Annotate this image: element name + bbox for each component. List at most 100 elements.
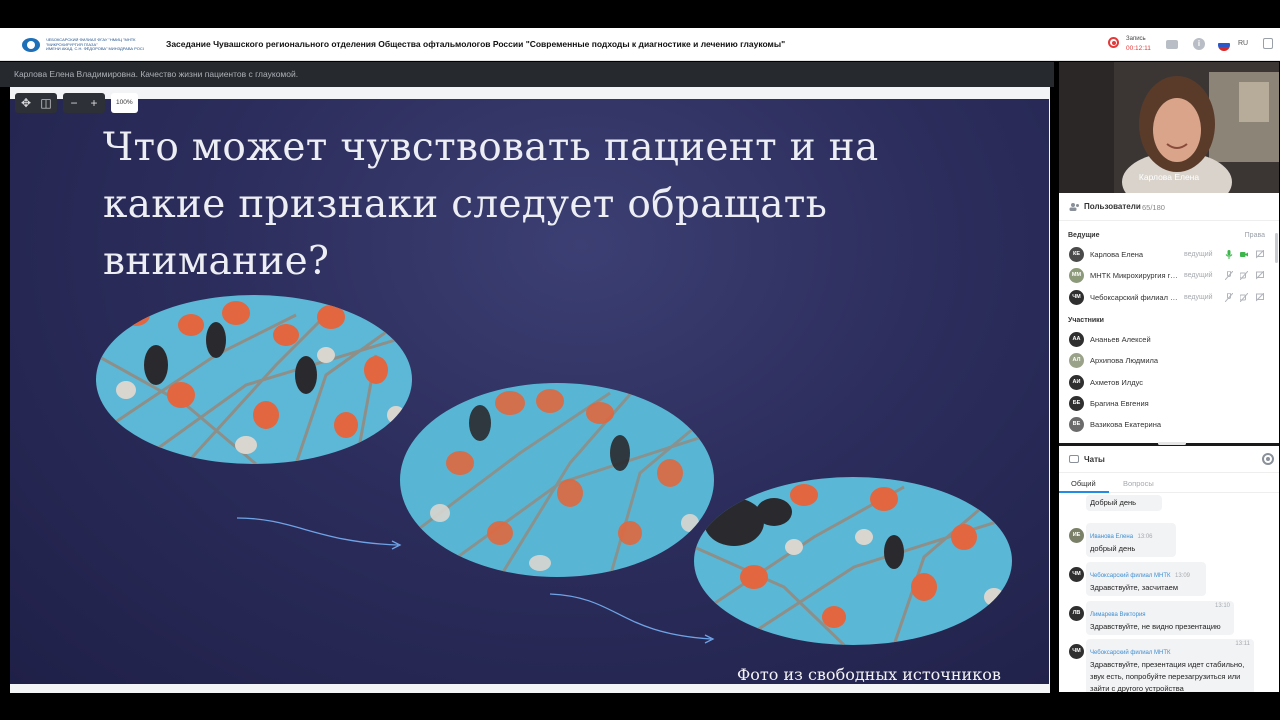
user-name: Карлова Елена [1090, 250, 1144, 259]
chat-header: Чаты [1059, 446, 1279, 473]
camera-off-icon[interactable] [1240, 271, 1248, 280]
rights-label: Права [1244, 232, 1265, 239]
host-row[interactable]: ММ МНТК Микрохирургия глаза ведущий [1059, 265, 1279, 285]
record-label: Запись [1126, 36, 1146, 42]
presentation-slide: Что может чувствовать пациент и на какие… [10, 99, 1049, 684]
screen-share-icon[interactable] [1256, 271, 1264, 280]
participant-row[interactable]: ВЕ Вазикова Екатерина [1059, 414, 1279, 434]
avatar: ЧМ [1069, 567, 1084, 582]
avatar: АА [1069, 332, 1084, 347]
speaker-name: Карлова Елена [1138, 172, 1200, 182]
language-selector[interactable]: RU [1238, 40, 1248, 47]
mic-off-icon[interactable] [1225, 271, 1233, 280]
user-name: МНТК Микрохирургия глаза [1090, 271, 1178, 280]
message-bubble: Чебоксарский филиал МНТК 13:11 Здравству… [1086, 639, 1254, 692]
avatar: ЧМ [1069, 290, 1084, 305]
message-bubble: Чебоксарский филиал МНТК 13:09 Здравству… [1086, 562, 1206, 596]
birds-photo-dark-spot [694, 477, 1012, 645]
fit-width-icon[interactable]: ◫ [39, 96, 53, 110]
mntk-logo[interactable]: ЧЕБОКСАРСКИЙ ФИЛИАЛ ФГАУ "НМИЦ "МНТК "МИ… [22, 36, 150, 54]
mic-on-icon[interactable] [1225, 250, 1233, 259]
record-time: 00:12:11 [1126, 45, 1151, 52]
avatar: ИЕ [1069, 528, 1084, 543]
logo-text: ЧЕБОКСАРСКИЙ ФИЛИАЛ ФГАУ "НМИЦ "МНТК "МИ… [46, 38, 144, 51]
user-name: Чебоксарский филиал МНТК [1090, 293, 1178, 302]
message-time: 13:09 [1175, 573, 1191, 579]
participant-row[interactable]: БЕ Брагина Евгения [1059, 393, 1279, 413]
participants-label: Участники [1068, 317, 1104, 324]
top-header: ЧЕБОКСАРСКИЙ ФИЛИАЛ ФГАУ "НМИЦ "МНТК "МИ… [0, 28, 1280, 61]
zoom-level[interactable]: 100% [111, 93, 138, 113]
participant-row[interactable]: АЛ Архипова Людмила [1059, 350, 1279, 370]
screen-share-icon[interactable] [1256, 250, 1264, 259]
avatar: АЛ [1069, 353, 1084, 368]
user-name: Брагина Евгения [1090, 399, 1149, 408]
exit-icon[interactable] [1263, 38, 1273, 49]
screen-share-icon[interactable] [1256, 293, 1264, 302]
move-icon[interactable]: ✥ [19, 96, 33, 110]
message-text: Здравствуйте, засчитаем [1090, 583, 1179, 592]
participant-row[interactable]: АА Ананьев Алексей [1059, 329, 1279, 349]
users-panel: Пользователи 65/180 Ведущие Права КЕ Кар… [1059, 193, 1279, 443]
conference-app: ЧЕБОКСАРСКИЙ ФИЛИАЛ ФГАУ "НМИЦ "МНТК "МИ… [0, 0, 1280, 720]
presentation-name: Карлова Елена Владимировна. Качество жиз… [14, 69, 299, 79]
user-role: ведущий [1184, 294, 1213, 301]
message-text: Здравствуйте, презентация идет стабильно… [1090, 660, 1245, 692]
zoom-in-button[interactable]: + [87, 96, 101, 110]
avatar: АИ [1069, 375, 1084, 390]
zoom-out-button[interactable]: − [67, 96, 81, 110]
eye-logo-icon [22, 38, 40, 52]
slide-title: Что может чувствовать пациент и на какие… [103, 125, 879, 284]
active-tab-indicator [1059, 491, 1109, 493]
presentation-bar: Карлова Елена Владимировна. Качество жиз… [0, 62, 1054, 87]
chat-icon [1069, 455, 1079, 463]
zoom-controls: − + [63, 93, 105, 113]
message-bubble: Лимарева Виктория 13:10 Здравствуйте, не… [1086, 601, 1234, 635]
camera-off-icon[interactable] [1240, 293, 1248, 302]
info-icon[interactable]: i [1193, 38, 1205, 50]
user-name: Ананьев Алексей [1090, 335, 1151, 344]
host-row[interactable]: КЕ Карлова Елена ведущий [1059, 244, 1279, 264]
chat-title: Чаты [1084, 455, 1105, 464]
user-role: ведущий [1184, 272, 1213, 279]
event-title: Заседание Чувашского регионального отдел… [166, 39, 786, 49]
users-header: Пользователи 65/180 [1059, 193, 1279, 221]
participant-row[interactable]: АИ Ахметов Илдус [1059, 372, 1279, 392]
message-author: Чебоксарский филиал МНТК [1090, 650, 1171, 656]
message-bubble: Добрый день [1086, 495, 1162, 511]
avatar: БЕ [1069, 396, 1084, 411]
avatar: ММ [1069, 268, 1084, 283]
users-count: 65/180 [1142, 203, 1165, 212]
gear-icon[interactable] [1262, 453, 1274, 465]
chat-panel: Чаты Общий Вопросы Добрый день ИЕ Иванов… [1059, 446, 1279, 692]
users-icon [1069, 203, 1079, 211]
avatar: ВЕ [1069, 417, 1084, 432]
avatar: ЛВ [1069, 606, 1084, 621]
message-text: Здравствуйте, не видно презентацию [1090, 622, 1221, 631]
arrow-2 [549, 593, 715, 644]
tab-general[interactable]: Общий [1071, 479, 1096, 488]
birds-photo-blurred [400, 383, 714, 577]
message-text: добрый день [1090, 544, 1136, 553]
folder-icon[interactable] [1166, 40, 1178, 49]
resize-handle[interactable] [1158, 442, 1186, 445]
hosts-label: Ведущие [1068, 232, 1100, 239]
message-time: 13:06 [1137, 534, 1153, 540]
message-bubble: Иванова Елена 13:06 добрый день [1086, 523, 1176, 557]
slide-toolbar: ✥ ◫ − + 100% [15, 93, 138, 113]
message-author: Лимарева Виктория [1090, 612, 1146, 618]
mic-off-icon[interactable] [1225, 293, 1233, 302]
camera-on-icon[interactable] [1240, 250, 1248, 259]
avatar: ЧМ [1069, 644, 1084, 659]
tab-questions[interactable]: Вопросы [1123, 479, 1154, 488]
russia-flag-icon[interactable] [1218, 39, 1230, 51]
message-time: 13:11 [1235, 641, 1250, 647]
slide-caption: Фото из свободных источников [737, 665, 1001, 684]
birds-photo-sharp [96, 295, 412, 464]
arrow-1 [236, 517, 402, 550]
user-name: Архипова Людмила [1090, 356, 1159, 365]
speaker-video[interactable]: Карлова Елена [1059, 62, 1279, 193]
host-row[interactable]: ЧМ Чебоксарский филиал МНТК ведущий [1059, 287, 1279, 307]
message-time: 13:10 [1214, 603, 1230, 609]
record-icon[interactable] [1108, 37, 1119, 48]
